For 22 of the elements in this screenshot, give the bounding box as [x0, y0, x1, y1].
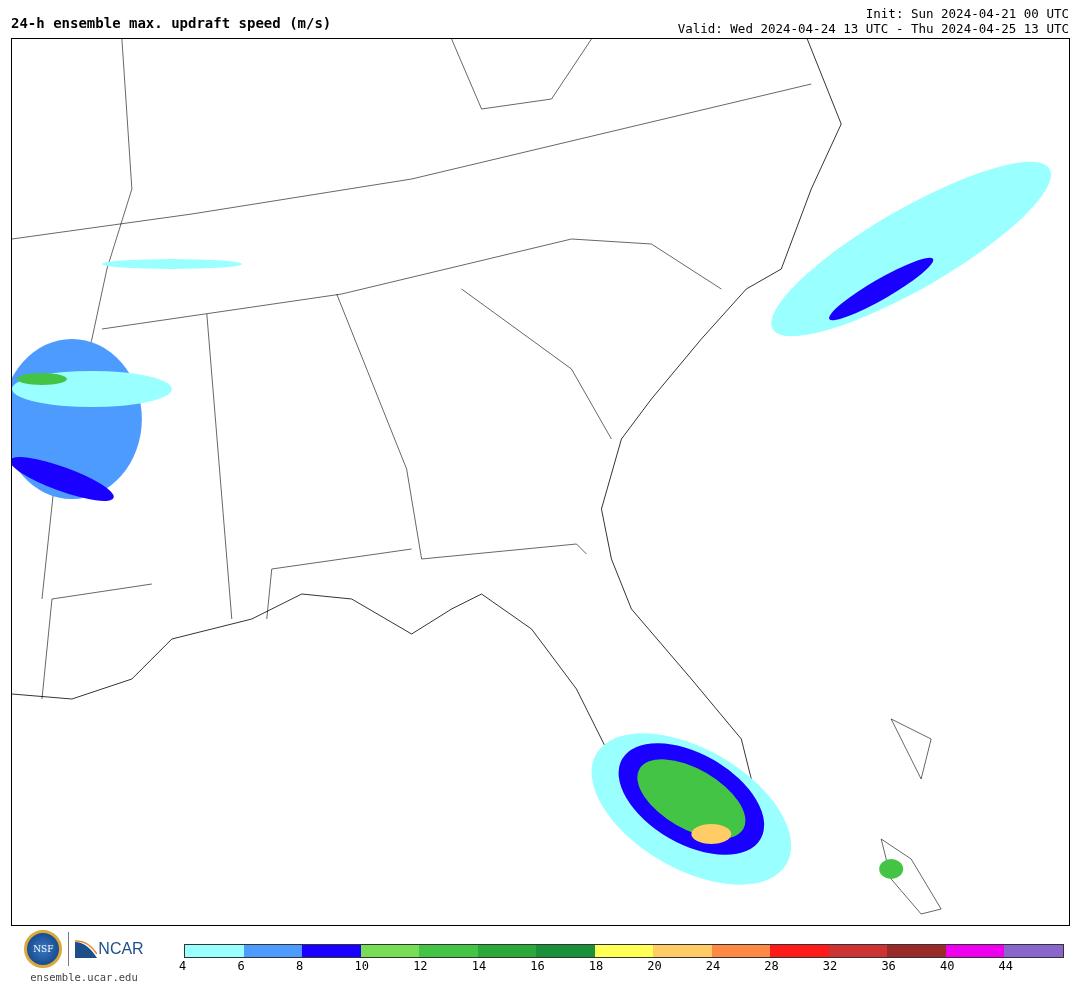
tick-label: 32 — [822, 959, 837, 973]
tick-label: 28 — [764, 959, 779, 973]
tick-label: 36 — [881, 959, 896, 973]
nsf-logo: NSF — [24, 930, 63, 968]
tick-label: 10 — [354, 959, 369, 973]
chart-title: 24-h ensemble max. updraft speed (m/s) — [11, 15, 332, 31]
tick-label: 40 — [939, 959, 954, 973]
tick-label: 12 — [413, 959, 428, 973]
ncar-wordmark: NCAR — [98, 940, 144, 958]
tick-label: 18 — [588, 959, 603, 973]
tick-label: 8 — [296, 959, 305, 973]
valid-period: Valid: Wed 2024-04-24 13 UTC - Thu 2024-04-25 13 UTC — [677, 21, 1069, 36]
swoosh-icon — [75, 940, 98, 958]
tick-label: 4 — [179, 959, 188, 973]
tick-label: 20 — [647, 959, 662, 973]
init-time: Init: Sun 2024-04-21 00 UTC — [865, 6, 1069, 21]
tick-label: 44 — [998, 959, 1013, 973]
tick-label: 14 — [471, 959, 486, 973]
tick-label: 6 — [237, 959, 246, 973]
tick-label: 16 — [530, 959, 545, 973]
tick-label: 24 — [705, 959, 720, 973]
site-url: ensemble.ucar.edu — [30, 971, 138, 983]
